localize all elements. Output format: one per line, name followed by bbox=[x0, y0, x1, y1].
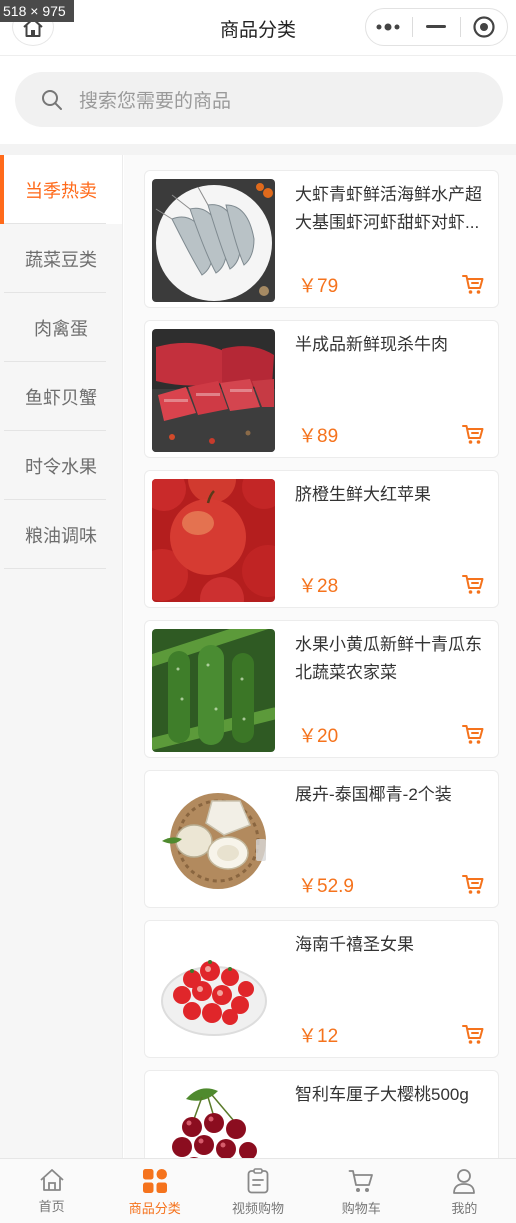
navigation-bar: 商品分类 bbox=[0, 0, 516, 56]
product-name: 智利车厘子大樱桃500g bbox=[295, 1085, 469, 1104]
category-item-vegetables[interactable]: 蔬菜豆类 bbox=[0, 224, 122, 293]
mini-program-capsule bbox=[365, 8, 508, 46]
home-icon bbox=[39, 1169, 64, 1191]
product-price: ￥89 bbox=[298, 426, 339, 447]
category-label: 鱼虾贝蟹 bbox=[25, 387, 97, 408]
tab-cart[interactable]: 购物车 bbox=[310, 1159, 413, 1223]
product-card[interactable]: 海南千禧圣女果 ￥12 bbox=[144, 920, 499, 1058]
product-card[interactable]: 智利车厘子大樱桃500g bbox=[144, 1070, 499, 1158]
tab-label: 视频购物 bbox=[232, 1201, 285, 1216]
more-dots-icon bbox=[376, 23, 400, 31]
product-card[interactable]: 水果小黄瓜新鲜十青瓜东北蔬菜农家菜 ￥20 bbox=[144, 620, 499, 758]
product-name: 大虾青虾鲜活海鲜水产超大基围虾河虾甜虾对虾... bbox=[295, 185, 482, 232]
product-image bbox=[152, 329, 275, 452]
product-price: ￥52.9 bbox=[298, 876, 354, 897]
product-card[interactable]: 大虾青虾鲜活海鲜水产超大基围虾河虾甜虾对虾... ￥79 bbox=[144, 170, 499, 308]
category-item-seasonal[interactable]: 当季热卖 bbox=[0, 155, 122, 224]
product-price: ￥79 bbox=[298, 276, 339, 297]
category-item-seafood[interactable]: 鱼虾贝蟹 bbox=[0, 362, 122, 431]
search-icon bbox=[42, 89, 62, 110]
tab-category[interactable]: 商品分类 bbox=[103, 1159, 206, 1223]
search-placeholder: 搜索您需要的商品 bbox=[79, 91, 232, 112]
add-to-cart-icon[interactable] bbox=[462, 423, 484, 445]
category-item-grain-oil[interactable]: 粮油调味 bbox=[0, 500, 122, 569]
product-name: 水果小黄瓜新鲜十青瓜东北蔬菜农家菜 bbox=[295, 635, 482, 682]
product-name: 海南千禧圣女果 bbox=[295, 935, 414, 954]
product-name: 展卉-泰国椰青-2个装 bbox=[295, 785, 452, 804]
target-close-icon bbox=[473, 16, 495, 38]
product-price: ￥12 bbox=[298, 1026, 339, 1047]
product-card[interactable]: 半成品新鲜现杀牛肉 ￥89 bbox=[144, 320, 499, 458]
tab-label: 我的 bbox=[451, 1201, 478, 1216]
product-card[interactable]: 展卉-泰国椰青-2个装 ￥52.9 bbox=[144, 770, 499, 908]
close-button[interactable] bbox=[461, 9, 507, 45]
tab-label: 首页 bbox=[38, 1199, 65, 1214]
product-image bbox=[152, 929, 275, 1052]
add-to-cart-icon[interactable] bbox=[462, 873, 484, 895]
category-label: 时令水果 bbox=[25, 456, 97, 477]
product-card[interactable]: 脐橙生鲜大红苹果 ￥28 bbox=[144, 470, 499, 608]
category-item-meat-eggs[interactable]: 肉禽蛋 bbox=[0, 293, 122, 362]
category-label: 蔬菜豆类 bbox=[25, 249, 97, 270]
add-to-cart-icon[interactable] bbox=[462, 273, 484, 295]
product-price: ￥20 bbox=[298, 726, 339, 747]
product-list: 大虾青虾鲜活海鲜水产超大基围虾河虾甜虾对虾... ￥79 半成品新鲜现杀牛肉 ￥… bbox=[124, 155, 516, 1158]
user-icon bbox=[453, 1169, 476, 1194]
tab-video-shopping[interactable]: 视频购物 bbox=[206, 1159, 309, 1223]
product-price: ￥28 bbox=[298, 576, 339, 597]
product-image bbox=[152, 479, 275, 602]
product-image bbox=[152, 1079, 275, 1158]
category-grid-icon bbox=[142, 1169, 167, 1193]
video-list-icon bbox=[247, 1168, 269, 1194]
tab-label: 购物车 bbox=[341, 1201, 381, 1216]
category-label: 粮油调味 bbox=[25, 525, 97, 546]
category-label: 当季热卖 bbox=[25, 180, 97, 201]
search-section: 搜索您需要的商品 bbox=[0, 56, 516, 144]
add-to-cart-icon[interactable] bbox=[462, 573, 484, 595]
dimension-badge: 518 × 975 bbox=[0, 0, 74, 22]
search-input[interactable]: 搜索您需要的商品 bbox=[15, 72, 503, 127]
product-name: 脐橙生鲜大红苹果 bbox=[295, 485, 431, 504]
cart-icon bbox=[348, 1170, 374, 1192]
tab-profile[interactable]: 我的 bbox=[413, 1159, 516, 1223]
minus-icon bbox=[426, 25, 447, 28]
category-label: 肉禽蛋 bbox=[34, 318, 88, 339]
add-to-cart-icon[interactable] bbox=[462, 723, 484, 745]
product-name: 半成品新鲜现杀牛肉 bbox=[295, 335, 448, 354]
bottom-tab-bar: 首页 商品分类 视频购物 购物车 我的 bbox=[0, 1158, 516, 1223]
product-image bbox=[152, 779, 275, 902]
section-divider bbox=[0, 144, 516, 155]
more-button[interactable] bbox=[366, 9, 412, 45]
category-item-fruits[interactable]: 时令水果 bbox=[0, 431, 122, 500]
minimize-button[interactable] bbox=[413, 9, 459, 45]
product-image bbox=[152, 629, 275, 752]
tab-label: 商品分类 bbox=[128, 1201, 181, 1216]
product-image bbox=[152, 179, 275, 302]
category-sidebar: 当季热卖 蔬菜豆类 肉禽蛋 鱼虾贝蟹 时令水果 粮油调味 bbox=[0, 155, 123, 1158]
tab-home[interactable]: 首页 bbox=[0, 1159, 103, 1223]
add-to-cart-icon[interactable] bbox=[462, 1023, 484, 1045]
